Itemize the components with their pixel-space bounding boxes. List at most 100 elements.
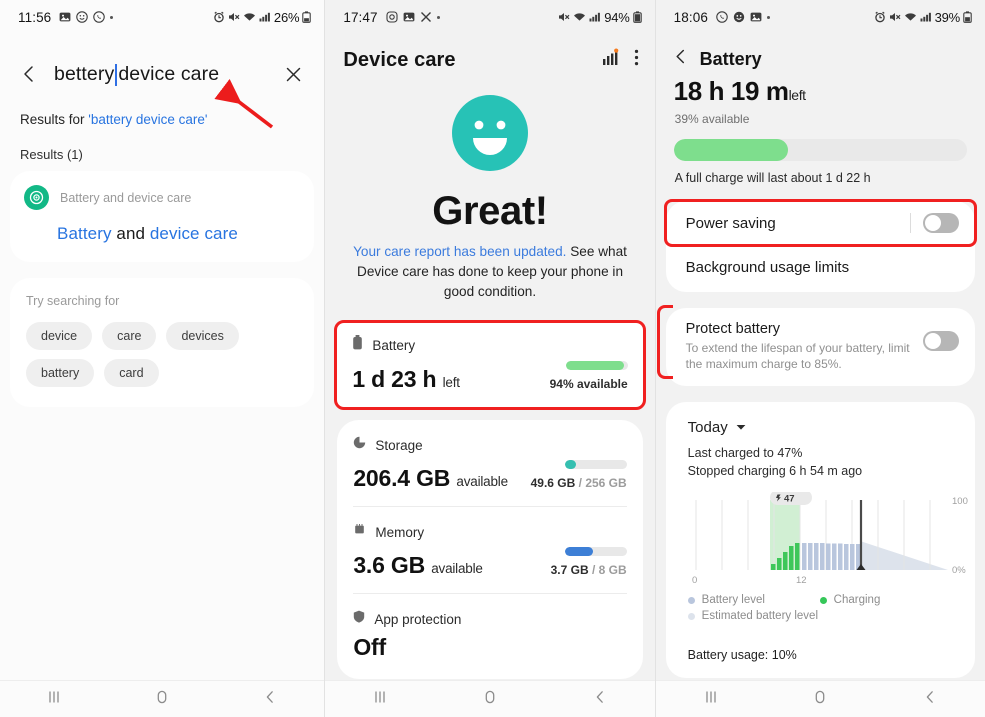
storage-row[interactable]: Storage 206.4 GB available 49.6 GB / 256… [353,420,627,506]
results-count: Results (1) [20,147,83,162]
signal-icon [589,11,601,23]
chip-card[interactable]: card [104,359,159,387]
svg-text:47: 47 [784,494,795,505]
chip-care[interactable]: care [102,322,157,350]
search-value-before: bettery [54,62,115,85]
status-time: 17:47 [343,9,378,25]
close-icon[interactable] [276,57,310,91]
protect-battery-row[interactable]: Protect battery To extend the lifespan o… [666,308,975,386]
battery-chart-svg: 47 100 0% 0 12 [692,490,968,586]
status-bar-right-right-icons: 39% [874,10,972,25]
battery-card-highlighted[interactable]: Battery 1 d 23 h left 94% available [334,320,646,410]
chip-devices[interactable]: devices [166,322,239,350]
back-arrow-icon[interactable] [12,57,46,91]
storage-progress-fill [564,460,577,469]
storage-icon [353,436,366,454]
signal-icon [920,11,932,23]
protect-battery-text: Protect battery To extend the lifespan o… [686,321,923,372]
power-saving-row[interactable]: Power saving [666,201,975,245]
legend-dot-charging [819,596,827,604]
legend-estimated-battery-level: Estimated battery level [687,610,820,622]
result-title-mid: and [111,224,150,243]
dot-icon [110,15,114,19]
recents-icon[interactable] [372,689,388,710]
battery-icon [302,11,312,23]
device-care-header: Device care [325,34,654,72]
whatsapp-icon [93,11,106,23]
back-arrow-icon[interactable] [672,48,689,70]
header-actions [601,48,639,72]
home-icon[interactable] [482,689,498,710]
back-icon[interactable] [262,689,278,710]
recents-icon[interactable] [703,689,719,710]
protect-battery-label: Protect battery [685,321,780,337]
toggle-off-icon[interactable] [923,331,959,351]
full-charge-note: A full charge will last about 1 d 22 h [674,171,871,185]
memory-row[interactable]: Memory 3.6 GB available 3.7 GB / 8 GB [353,507,627,593]
app-protection-label: App protection [374,611,462,627]
battery-percent: 26% [273,9,300,25]
power-saving-label: Power saving [685,214,776,232]
search-result-item[interactable]: Battery and device care Battery and devi… [10,171,315,262]
result-title: Battery and device care [24,210,298,244]
device-metrics-card: Storage 206.4 GB available 49.6 GB / 256… [337,420,643,679]
memory-total: 8 GB [598,563,627,577]
overflow-menu-icon[interactable] [634,48,639,72]
battery-level-fill [673,139,789,161]
panel-device-care: 17:47 94% Device care Great! Your care r… [325,0,655,717]
legend-label-battery-level: Battery level [701,594,765,606]
search-value-after: device care [118,62,220,85]
status-bar-mid: 17:47 94% [325,0,654,34]
shield-icon [353,610,365,628]
home-icon[interactable] [154,689,170,710]
battery-time-left-unit: left [788,87,806,103]
result-breadcrumb: Battery and device care [60,190,192,205]
whatsapp-icon [716,11,728,23]
battery-card-values: 1 d 23 h left 94% available [352,361,628,393]
charge-info: Last charged to 47% Stopped charging 6 h… [666,436,975,480]
home-icon[interactable] [812,689,828,710]
battery-icon [352,335,363,355]
status-bar-mid-left-icons: 17:47 [343,9,440,25]
status-time: 18:06 [673,9,708,25]
happy-face-icon [451,94,529,177]
search-input[interactable]: bettery device care [46,63,276,86]
search-bar[interactable]: bettery device care [0,46,324,102]
navbar-left [0,680,325,717]
memory-value-unit: available [431,561,483,576]
chevron-down-icon[interactable] [736,418,746,436]
page-title: Device care [343,48,456,71]
last-charged-text: Last charged to 47% [687,446,803,460]
toggle-knob [925,215,941,231]
app-protection-row[interactable]: App protection Off [353,594,626,679]
legend-col-1: Battery level Estimated battery level [687,594,820,622]
gallery-icon [59,11,71,23]
legend-battery-level: Battery level [687,594,820,606]
back-icon[interactable] [922,689,938,710]
chart-icon[interactable] [601,48,620,72]
battery-percent: 94% [604,9,630,25]
back-icon[interactable] [592,689,608,710]
toggle-separator [910,213,911,233]
care-report-link[interactable]: Your care report has been updated. [353,244,566,259]
app-protection-value: Off [353,634,386,660]
scissors-icon [420,11,432,23]
status-time: 11:56 [18,9,52,25]
recents-icon[interactable] [46,689,62,710]
memory-label: Memory [375,524,425,540]
today-dropdown[interactable]: Today [666,402,975,436]
memory-separator: / [588,563,599,577]
background-usage-limits-row[interactable]: Background usage limits [666,245,975,292]
today-label: Today [687,418,728,436]
storage-value-unit: available [456,474,508,489]
results-for-prefix: Results for [20,112,89,127]
svg-text:100: 100 [952,496,968,507]
battery-usage-card: Today Last charged to 47% Stopped chargi… [665,402,975,678]
toggle-off-icon[interactable] [923,213,959,233]
storage-progress-track [564,460,627,469]
text-caret [115,64,118,86]
battery-available-value: 94% available [549,377,628,391]
chip-device[interactable]: device [26,322,93,350]
chip-battery[interactable]: battery [26,359,95,387]
battery-icon [632,11,642,23]
